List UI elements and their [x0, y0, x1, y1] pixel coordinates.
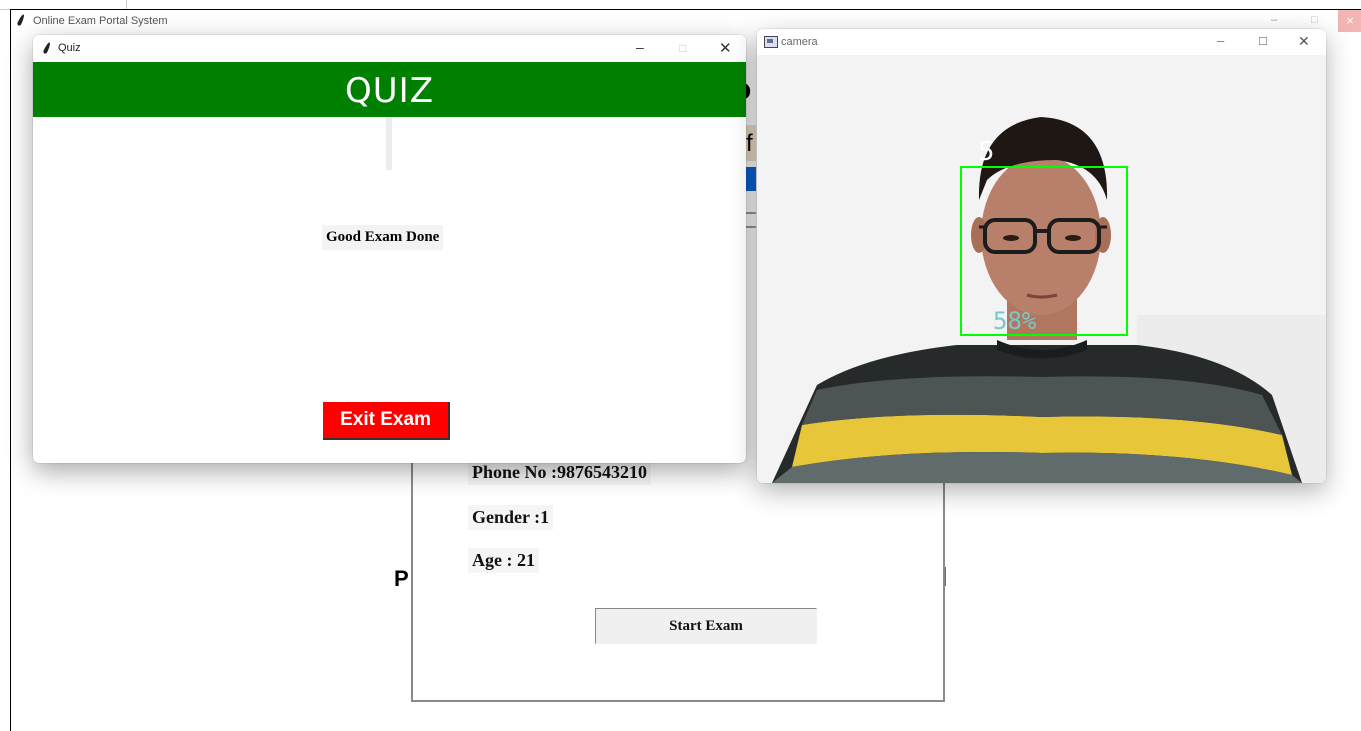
- camera-titlebar[interactable]: camera – □ ✕: [757, 29, 1326, 55]
- quiz-window-title: Quiz: [58, 42, 81, 54]
- minimize-button[interactable]: –: [636, 39, 644, 55]
- exit-exam-button[interactable]: Exit Exam: [323, 402, 450, 440]
- close-button[interactable]: ×: [1338, 10, 1361, 32]
- quiz-heading: QUIZ: [345, 71, 434, 111]
- camera-window: camera – □ ✕ 5 58%: [757, 29, 1326, 483]
- quiz-window: Quiz – □ ✕ QUIZ Good Exam Done Exit Exam: [33, 35, 746, 463]
- camera-window-title: camera: [781, 36, 818, 48]
- minimize-button[interactable]: –: [1217, 33, 1224, 48]
- feather-app-icon: [42, 41, 52, 55]
- main-window-title: Online Exam Portal System: [33, 15, 168, 27]
- age-label: Age : 21: [468, 548, 539, 573]
- maximize-button[interactable]: □: [1259, 33, 1267, 48]
- minimize-button[interactable]: –: [1271, 14, 1277, 26]
- face-id-label: 5: [978, 137, 995, 167]
- quiz-header-banner: QUIZ: [33, 62, 746, 117]
- quiz-divider: [386, 117, 392, 170]
- maximize-button[interactable]: □: [1311, 14, 1318, 26]
- quiz-titlebar[interactable]: Quiz – □ ✕: [33, 35, 746, 62]
- phone-label: Phone No :9876543210: [468, 460, 651, 485]
- hidden-text-fragment: f: [746, 130, 753, 157]
- feather-app-icon: [16, 13, 26, 27]
- close-button[interactable]: ✕: [1298, 33, 1310, 50]
- close-button[interactable]: ✕: [719, 39, 732, 57]
- face-confidence-label: 58%: [993, 307, 1037, 335]
- result-message: Good Exam Done: [322, 225, 444, 250]
- camera-window-icon: [764, 36, 778, 48]
- face-detection-box: [960, 166, 1128, 336]
- camera-feed: 5 58%: [757, 55, 1326, 483]
- hidden-label-fragment: P: [394, 566, 409, 591]
- maximize-button[interactable]: □: [679, 41, 686, 55]
- start-exam-button[interactable]: Start Exam: [595, 608, 817, 644]
- gender-label: Gender :1: [468, 505, 554, 530]
